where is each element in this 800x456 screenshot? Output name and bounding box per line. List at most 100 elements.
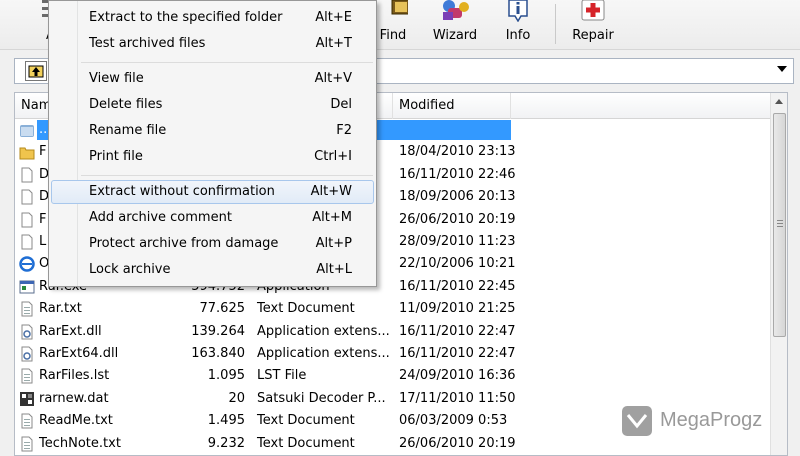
text-file-icon	[21, 368, 33, 384]
file-name: ReadMe.txt	[39, 413, 113, 429]
menu-item-label: Extract to the specified folder	[89, 10, 283, 25]
info-icon	[508, 0, 528, 22]
watermark: MegaProgz	[622, 404, 792, 438]
file-name: RarExt64.dll	[39, 346, 119, 361]
file-type: Text Document	[257, 413, 355, 429]
file-size: 1.095	[207, 368, 245, 384]
megaprogz-logo-icon	[622, 406, 652, 436]
file-type: Satsuki Decoder P...	[257, 390, 386, 406]
menu-item-extract-to-the-specified-folder[interactable]: Extract to the specified folder Alt+E	[51, 6, 374, 30]
file-modified: 24/09/2010 16:36	[399, 368, 516, 384]
file-name: Rar.txt	[39, 301, 82, 317]
exe-icon	[19, 280, 35, 294]
menu-item-label: Protect archive from damage	[89, 236, 279, 251]
toolbar-info-label: Info	[505, 28, 531, 43]
file-type: Text Document	[257, 301, 355, 317]
toolbar-repair-button[interactable]: Repair	[562, 0, 624, 50]
menu-item-shortcut: Alt+E	[315, 10, 352, 25]
menu-item-label: Lock archive	[89, 262, 171, 277]
file-modified: 11/09/2010 21:25	[399, 301, 516, 317]
menu-item-label: Print file	[89, 149, 143, 164]
file-modified: 28/09/2010 11:23	[399, 234, 516, 249]
find-icon	[391, 0, 408, 15]
repair-icon	[581, 0, 605, 21]
up-folder-icon	[28, 65, 44, 78]
menu-item-print-file[interactable]: Print file Ctrl+I	[51, 145, 374, 169]
menu-item-label: Add archive comment	[89, 210, 232, 225]
file-type: Application extens...	[257, 346, 390, 361]
file-name: L	[39, 234, 47, 249]
file-modified: 06/03/2009 0:53	[399, 413, 508, 429]
menu-item-shortcut: Alt+V	[314, 71, 352, 86]
up-one-level-button[interactable]	[25, 61, 47, 81]
file-modified: 26/06/2010 20:19	[399, 211, 516, 227]
file-name: F	[39, 144, 47, 160]
file-type: LST File	[257, 368, 307, 384]
menu-item-label: Extract without confirmation	[89, 184, 275, 199]
menu-item-delete-files[interactable]: Delete files Del	[51, 93, 374, 117]
menu-item-extract-without-confirmation[interactable]: Extract without confirmation Alt+W	[51, 180, 374, 204]
menu-item-shortcut: Alt+W	[310, 184, 352, 199]
path-dropdown-arrow-icon[interactable]	[777, 66, 787, 72]
menu-item-label: Test archived files	[89, 36, 206, 51]
file-modified: 16/11/2010 22:47	[399, 323, 516, 339]
toolbar-info-button[interactable]: Info	[487, 0, 549, 50]
file-size: 1.495	[207, 413, 245, 429]
menu-item-label: View file	[89, 71, 144, 86]
menu-item-view-file[interactable]: View file Alt+V	[51, 67, 374, 91]
table-row[interactable]: RarFiles.lst 1.095 LST File 24/09/2010 16:3…	[15, 365, 771, 387]
file-name: RarExt.dll	[39, 323, 102, 339]
toolbar-wizard-label: Wizard	[432, 28, 478, 43]
toolbar-separator	[555, 4, 556, 44]
document-icon	[21, 167, 33, 183]
menu-item-protect-archive-from-damage[interactable]: Protect archive from damage Alt+P	[51, 232, 374, 256]
menu-item-shortcut: Del	[330, 97, 352, 112]
file-name: TechNote.txt	[39, 435, 121, 451]
menu-item-test-archived-files[interactable]: Test archived files Alt+T	[51, 32, 374, 56]
column-modified-header[interactable]: Modified	[393, 93, 511, 119]
menu-item-shortcut: F2	[336, 123, 352, 138]
up-folder-icon	[20, 125, 34, 137]
file-modified: 16/11/2010 22:45	[399, 278, 516, 294]
file-name: F	[39, 211, 47, 227]
table-row[interactable]: RarExt.dll 139.264 Application extens... 16…	[15, 321, 771, 343]
menu-separator	[81, 62, 373, 63]
menu-item-shortcut: Alt+P	[315, 236, 352, 251]
file-modified: 18/09/2006 20:13	[399, 189, 516, 205]
menu-item-label: Delete files	[89, 97, 163, 112]
file-name: rarnew.dat	[39, 390, 109, 406]
context-menu: Extract to the specified folder Alt+E Test…	[48, 0, 377, 287]
menu-separator	[81, 175, 373, 176]
menu-item-shortcut: Alt+T	[315, 36, 352, 51]
dat-icon	[20, 391, 34, 406]
file-modified: 22/10/2006 10:21	[399, 256, 516, 272]
menu-item-lock-archive[interactable]: Lock archive Alt+L	[51, 258, 374, 282]
table-row[interactable]: RarExt64.dll 163.840 Application extens...…	[15, 343, 771, 365]
dll-icon	[21, 324, 33, 340]
text-file-icon	[21, 301, 33, 317]
file-size: 9.232	[207, 435, 245, 451]
text-file-icon	[21, 436, 33, 452]
watermark-text: MegaProgz	[660, 409, 763, 431]
wizard-icon	[443, 0, 469, 20]
menu-item-shortcut: Alt+L	[316, 262, 352, 277]
table-row[interactable]: Rar.txt 77.625 Text Document 11/09/2010 21:…	[15, 298, 771, 320]
menu-item-shortcut: Ctrl+I	[314, 149, 352, 164]
vertical-scrollbar[interactable]	[770, 93, 787, 455]
ie-icon	[19, 256, 35, 273]
toolbar-repair-label: Repair	[572, 28, 614, 43]
scroll-thumb[interactable]	[773, 113, 786, 337]
menu-item-add-archive-comment[interactable]: Add archive comment Alt+M	[51, 206, 374, 230]
document-icon	[21, 234, 33, 250]
dll-icon	[21, 346, 33, 362]
file-modified: 18/04/2010 23:13	[399, 144, 516, 160]
file-name: RarFiles.lst	[39, 368, 110, 384]
scroll-up-arrow-icon[interactable]	[771, 93, 787, 110]
file-modified: 26/06/2010 20:19	[399, 435, 516, 451]
file-modified: 16/11/2010 22:47	[399, 346, 516, 361]
toolbar-wizard-button[interactable]: Wizard	[424, 0, 486, 50]
menu-item-rename-file[interactable]: Rename file F2	[51, 119, 374, 143]
menu-item-label: Rename file	[89, 123, 167, 138]
folder-icon	[19, 147, 35, 160]
file-size: 77.625	[199, 301, 246, 317]
